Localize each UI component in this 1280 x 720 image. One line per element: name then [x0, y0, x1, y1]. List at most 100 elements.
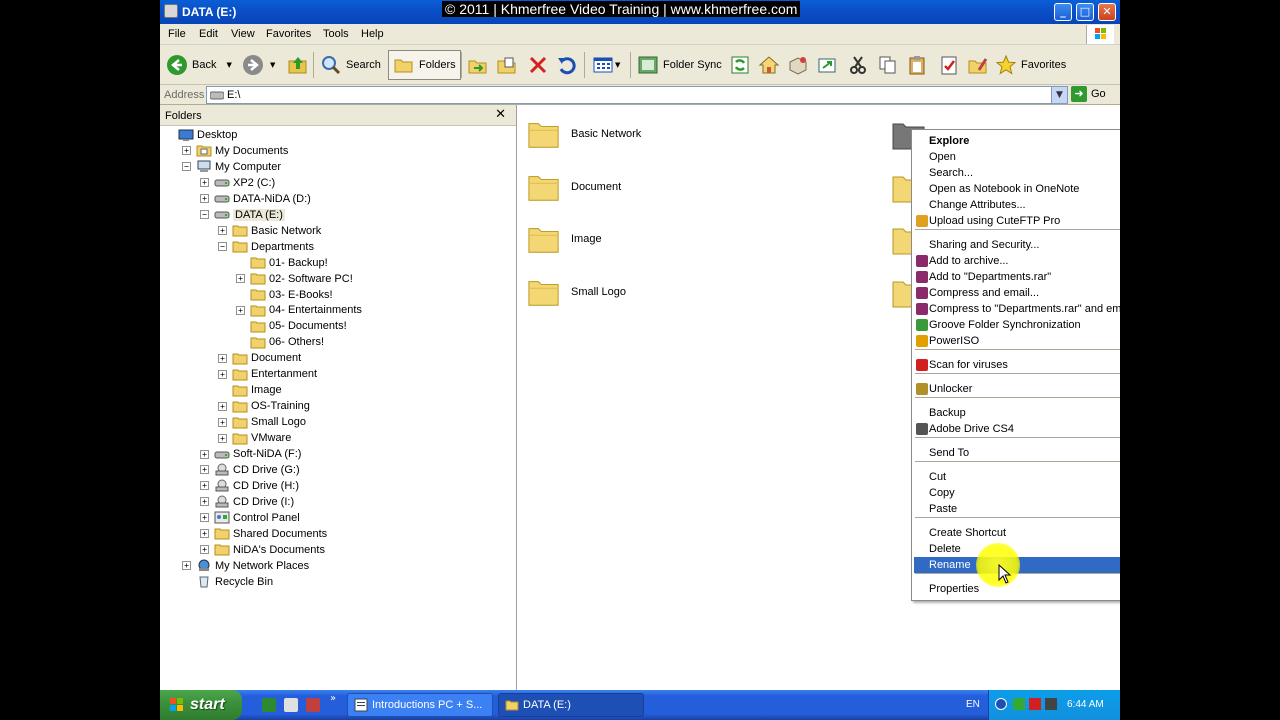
tree-item[interactable]: 05- Documents! — [236, 318, 347, 334]
menu-item-unlocker[interactable]: Unlocker — [914, 381, 1120, 397]
expand-icon[interactable]: + — [236, 274, 245, 284]
tree-item[interactable]: − My Computer — [182, 159, 281, 175]
tree-item[interactable]: + CD Drive (G:) — [200, 462, 300, 478]
tray-chevron-icon[interactable] — [995, 698, 1007, 710]
tree-item[interactable]: +04- Entertainments — [236, 302, 362, 318]
views-dropdown-icon[interactable]: ▼ — [615, 61, 620, 69]
menu-file[interactable]: File — [168, 28, 186, 40]
expand-icon[interactable]: + — [182, 561, 191, 571]
menu-view[interactable]: View — [231, 28, 255, 40]
expand-icon[interactable]: + — [200, 529, 209, 539]
export-button[interactable] — [816, 50, 838, 80]
folders-button[interactable]: Folders — [388, 50, 461, 80]
folder-item[interactable]: Basic Network — [527, 117, 641, 151]
collapse-icon[interactable]: − — [218, 242, 227, 252]
menu-item-search[interactable]: Search... — [914, 165, 1120, 181]
collapse-icon[interactable]: − — [182, 162, 191, 172]
expand-icon[interactable]: + — [236, 305, 245, 315]
up-folder-button[interactable] — [287, 50, 309, 80]
menu-item-adobe-drive-cs4[interactable]: Adobe Drive CS4▶ — [914, 421, 1120, 437]
tree-item[interactable]: Desktop — [164, 127, 237, 143]
expand-icon[interactable]: + — [200, 178, 209, 188]
tree-item[interactable]: 01- Backup! — [236, 255, 328, 271]
expand-icon[interactable]: + — [218, 417, 227, 427]
undo-button[interactable] — [556, 50, 578, 80]
tree-item[interactable]: + Shared Documents — [200, 526, 327, 542]
folder-item[interactable]: Image — [527, 222, 602, 256]
expand-icon[interactable]: + — [218, 353, 227, 363]
tree-item[interactable]: + NiDA's Documents — [200, 542, 325, 558]
menu-item-send-to[interactable]: Send To▶ — [914, 445, 1120, 461]
go-button[interactable]: ➜ Go — [1071, 86, 1106, 102]
quicklaunch-more-icon[interactable]: » — [330, 693, 336, 704]
menu-item-add-to-departments-rar[interactable]: Add to "Departments.rar" — [914, 269, 1120, 285]
address-dropdown-icon[interactable]: ▼ — [1051, 87, 1067, 103]
expand-icon[interactable]: + — [218, 369, 227, 379]
tree-item[interactable]: − DATA (E:) — [200, 207, 285, 223]
menu-item-copy[interactable]: Copy — [914, 485, 1120, 501]
menu-edit[interactable]: Edit — [199, 28, 218, 40]
menu-item-cut[interactable]: Cut — [914, 469, 1120, 485]
tray-app-icon[interactable] — [1045, 698, 1057, 710]
forward-button[interactable]: ▼ — [242, 50, 275, 80]
expand-icon[interactable]: + — [200, 449, 209, 459]
quicklaunch-app-icon[interactable] — [284, 698, 298, 712]
title-bar[interactable]: DATA (E:) © 2011 | Khmerfree Video Train… — [160, 0, 1120, 24]
expand-icon[interactable]: + — [200, 194, 209, 204]
menu-item-open-as-notebook-in-onenote[interactable]: Open as Notebook in OneNote — [914, 181, 1120, 197]
copy-to-button[interactable] — [496, 50, 518, 80]
tree-item[interactable]: + Entertanment — [218, 366, 317, 382]
tree-item[interactable]: 03- E-Books! — [236, 287, 333, 303]
refresh-button[interactable] — [729, 50, 751, 80]
tree-item[interactable]: − Departments — [218, 239, 314, 255]
quicklaunch-app-icon[interactable] — [306, 698, 320, 712]
menu-item-poweriso[interactable]: PowerISO▶ — [914, 333, 1120, 349]
menu-item-sharing-and-security[interactable]: Sharing and Security... — [914, 237, 1120, 253]
address-field[interactable]: E:\ ▼ — [206, 86, 1068, 104]
back-dropdown-icon[interactable]: ▼ — [226, 61, 231, 69]
expand-icon[interactable]: + — [200, 481, 209, 491]
menu-item-open[interactable]: Open — [914, 149, 1120, 165]
kaspersky-tray-icon[interactable] — [1029, 698, 1041, 710]
tree-item[interactable]: Recycle Bin — [182, 574, 273, 590]
expand-icon[interactable]: + — [200, 545, 209, 555]
copy-button[interactable] — [877, 50, 899, 80]
favorites-button[interactable]: Favorites — [995, 50, 1066, 80]
paste-button[interactable] — [906, 50, 928, 80]
folder-sync-button[interactable]: Folder Sync — [637, 50, 722, 80]
delete-button[interactable] — [527, 50, 549, 80]
menu-tools[interactable]: Tools — [323, 28, 349, 40]
menu-help[interactable]: Help — [361, 28, 384, 40]
close-button[interactable]: ✕ — [1098, 3, 1116, 21]
tree-item[interactable]: + CD Drive (I:) — [200, 494, 294, 510]
minimize-button[interactable]: _ — [1054, 3, 1072, 21]
back-button[interactable]: Back ▼ — [166, 50, 232, 80]
cut-button[interactable] — [847, 50, 869, 80]
tree-item[interactable]: + My Network Places — [182, 558, 309, 574]
task-button-data-e[interactable]: DATA (E:) — [498, 693, 644, 717]
tree-item[interactable]: 06- Others! — [236, 334, 324, 350]
expand-icon[interactable]: + — [200, 497, 209, 507]
menu-item-upload-using-cuteftp-pro[interactable]: Upload using CuteFTP Pro▶ — [914, 213, 1120, 229]
quicklaunch-app-icon[interactable] — [262, 698, 276, 712]
clock[interactable]: 6:44 AM — [1067, 699, 1104, 710]
home-button[interactable] — [758, 50, 780, 80]
menu-item-create-shortcut[interactable]: Create Shortcut — [914, 525, 1120, 541]
menu-item-scan-for-viruses[interactable]: Scan for viruses — [914, 357, 1120, 373]
expand-icon[interactable]: + — [200, 465, 209, 475]
tree-item[interactable]: + Basic Network — [218, 223, 321, 239]
package-button[interactable] — [787, 50, 809, 80]
expand-icon[interactable]: + — [218, 433, 227, 443]
move-to-button[interactable] — [467, 50, 489, 80]
tree-item[interactable]: + OS-Training — [218, 398, 310, 414]
tree-item[interactable]: + VMware — [218, 430, 291, 446]
task-button-introductions[interactable]: Introductions PC + S... — [347, 693, 493, 717]
tree-item[interactable]: + Control Panel — [200, 510, 300, 526]
menu-item-compress-and-email[interactable]: Compress and email... — [914, 285, 1120, 301]
folder-item[interactable]: Document — [527, 170, 621, 204]
language-indicator[interactable]: EN — [966, 699, 980, 710]
forward-dropdown-icon[interactable]: ▼ — [270, 61, 275, 69]
tree-item[interactable]: + My Documents — [182, 143, 288, 159]
menu-item-backup[interactable]: Backup — [914, 405, 1120, 421]
menu-item-paste[interactable]: Paste — [914, 501, 1120, 517]
